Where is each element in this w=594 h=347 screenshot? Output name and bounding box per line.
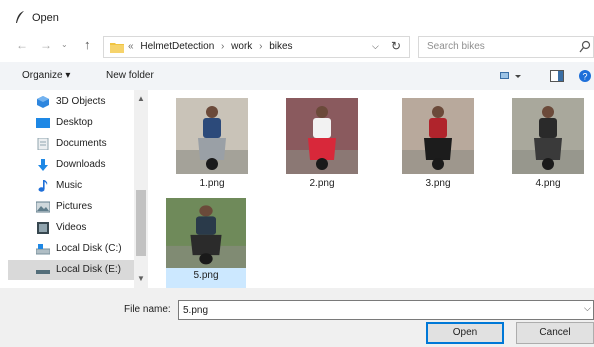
sidebar-item-3d-objects[interactable]: 3D Objects — [8, 92, 136, 112]
file-name-input[interactable]: 5.png — [178, 300, 594, 320]
file-name-label: File name: — [124, 304, 171, 315]
window-title: Open — [32, 12, 59, 24]
new-folder-button[interactable]: New folder — [106, 70, 154, 81]
file-name: 3.png — [425, 178, 451, 189]
breadcrumb-overflow[interactable]: « — [128, 41, 134, 52]
up-arrow-icon[interactable]: ↑ — [84, 37, 98, 52]
organize-menu-button[interactable]: Organize ▾ — [22, 70, 70, 81]
file-thumbnail — [176, 98, 248, 174]
scrollbar-thumb[interactable] — [136, 190, 146, 256]
breadcrumb-separator: › — [259, 41, 263, 52]
file-item[interactable]: 3.png — [398, 96, 478, 190]
change-view-icon[interactable] — [500, 69, 524, 83]
desktop-icon — [36, 118, 50, 128]
title-bar: Open — [0, 0, 594, 34]
breadcrumb-bikes[interactable]: bikes — [269, 41, 292, 52]
file-name: 2.png — [309, 178, 335, 189]
command-bar: Organize ▾ New folder ? — [0, 62, 594, 90]
recent-locations-chevron-icon[interactable]: ⌄ — [61, 40, 71, 50]
breadcrumb-helmetdetection[interactable]: HelmetDetection — [140, 41, 214, 52]
sidebar-item-music[interactable]: Music — [8, 176, 136, 196]
file-name-dropdown-icon[interactable]: ⌵ — [584, 303, 591, 314]
sidebar-item-local-disk-c[interactable]: Local Disk (C:) — [8, 239, 136, 259]
file-item[interactable]: 5.png — [166, 198, 246, 292]
search-box[interactable]: Search bikes — [418, 36, 594, 58]
sidebar-scrollbar[interactable] — [134, 90, 148, 288]
scroll-down-icon[interactable]: ▼ — [137, 274, 145, 283]
videos-icon — [37, 222, 49, 234]
sidebar-item-downloads[interactable]: Downloads — [8, 155, 136, 175]
file-name: 5.png — [193, 270, 219, 281]
documents-icon — [37, 138, 49, 150]
address-dropdown-icon[interactable]: ⌵ — [372, 41, 379, 52]
drive-e-icon — [36, 270, 50, 274]
sidebar-item-desktop[interactable]: Desktop — [8, 113, 136, 133]
file-item[interactable]: 2.png — [282, 96, 362, 190]
feather-icon — [16, 11, 24, 23]
sidebar-item-local-disk-e[interactable]: Local Disk (E:) — [8, 260, 136, 280]
drive-c-icon — [36, 244, 50, 255]
breadcrumb-work[interactable]: work — [231, 41, 252, 52]
file-item[interactable]: 4.png — [508, 96, 588, 190]
address-bar[interactable]: « HelmetDetection › work › bikes ⌵ ↻ — [103, 36, 410, 58]
3d-objects-icon — [37, 96, 49, 108]
preview-pane-icon[interactable] — [550, 70, 564, 82]
file-thumbnail — [402, 98, 474, 174]
music-icon — [38, 180, 48, 192]
breadcrumb-separator: › — [221, 41, 225, 52]
back-arrow-icon[interactable]: ← — [16, 38, 30, 52]
file-thumbnail — [286, 98, 358, 174]
pictures-icon — [36, 201, 50, 213]
help-icon[interactable]: ? — [578, 68, 592, 84]
file-thumbnail — [512, 98, 584, 174]
file-name: 4.png — [535, 178, 561, 189]
file-thumbnail — [166, 198, 246, 268]
svg-text:?: ? — [582, 72, 587, 82]
search-icon[interactable] — [579, 40, 591, 54]
scroll-up-icon[interactable]: ▲ — [137, 94, 145, 103]
file-item[interactable]: 1.png — [172, 96, 252, 190]
file-name-panel: File name: 5.png ⌵ Open Cancel — [0, 288, 594, 347]
file-name: 1.png — [199, 178, 225, 189]
breadcrumb[interactable]: « HelmetDetection › work › bikes — [128, 41, 297, 52]
forward-arrow-icon[interactable]: → — [40, 38, 54, 52]
open-button[interactable]: Open — [426, 322, 504, 344]
downloads-icon — [38, 159, 48, 171]
sidebar-item-pictures[interactable]: Pictures — [8, 197, 136, 217]
refresh-icon[interactable]: ↻ — [391, 39, 401, 53]
sidebar-item-documents[interactable]: Documents — [8, 134, 136, 154]
navigation-pane: 3D Objects Desktop Documents Downloads M… — [8, 90, 148, 288]
folder-icon — [110, 43, 124, 53]
search-input[interactable]: Search bikes — [427, 41, 485, 52]
cancel-button[interactable]: Cancel — [516, 322, 594, 344]
sidebar-item-videos[interactable]: Videos — [8, 218, 136, 238]
